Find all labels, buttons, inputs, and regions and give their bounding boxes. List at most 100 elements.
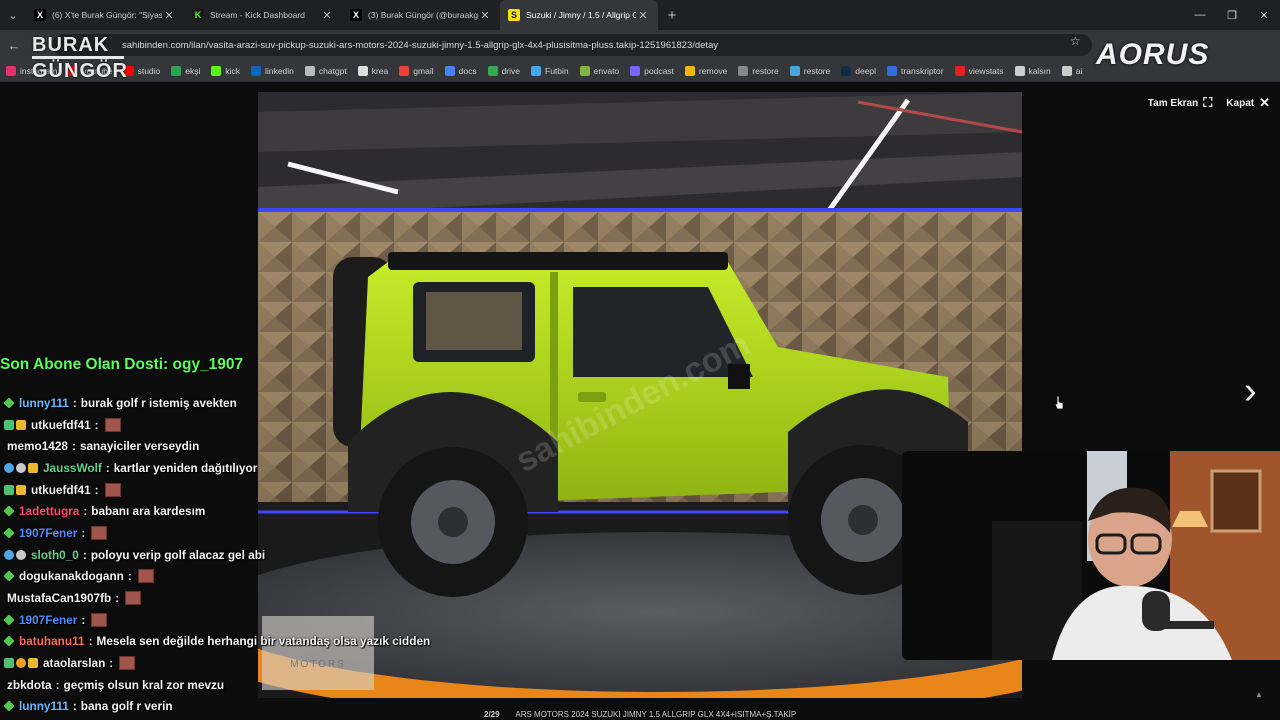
bookmark-label: docs <box>458 65 477 76</box>
tab-favicon-icon: X <box>350 9 362 21</box>
tab-favicon-icon: K <box>192 9 204 21</box>
bookmark-item[interactable]: studio <box>123 65 160 76</box>
bookmark-item[interactable]: drive <box>487 65 520 76</box>
bookmark-item[interactable]: transkriptor <box>887 65 944 76</box>
chat-message: MustafaCan1907fb: <box>0 587 430 609</box>
chat-username: lunny111 <box>19 395 69 410</box>
tab-1[interactable]: X (6) X'te Burak Güngör: "Siyasi k ✕ <box>26 0 184 30</box>
latest-subscriber-banner: Son Abone Olan Dosti: ogy_1907 <box>0 356 244 373</box>
bookmark-item[interactable]: restore <box>738 65 779 76</box>
tab-close-icon[interactable]: ✕ <box>320 9 334 22</box>
bookmark-label: remove <box>698 65 728 76</box>
green-badge-icon <box>3 614 15 626</box>
url-text: sahibinden.com/ilan/vasita-arazi-suv-pic… <box>122 39 719 51</box>
chat-text: poloyu verip golf alacaz gel abi <box>90 547 266 562</box>
green-badge-icon <box>3 570 15 583</box>
back-arrow-icon[interactable]: ← <box>0 38 28 53</box>
bookmark-item[interactable]: envato <box>579 65 619 76</box>
bookmark-label: ai <box>1075 65 1083 76</box>
bookmark-item[interactable]: docs <box>444 65 477 76</box>
chat-username: sloth0_0 <box>31 547 79 562</box>
bookmark-item[interactable]: remove <box>684 65 728 76</box>
fullscreen-button[interactable]: Tam Ekran ⛶ <box>1148 95 1213 111</box>
bookmark-item[interactable]: chatgpt <box>304 65 347 76</box>
shield-badge-icon <box>4 484 14 495</box>
bookmark-item[interactable]: restore <box>789 65 830 76</box>
mouse-pointer-hand-icon <box>1054 395 1064 410</box>
bookmark-item[interactable]: Futbin <box>531 65 569 76</box>
logo-line-1: BURAK <box>32 34 110 56</box>
fullscreen-icon: ⛶ <box>1203 95 1213 110</box>
chat-message: 1907Fener: <box>0 609 430 631</box>
bookmark-label: kalsın <box>1028 65 1051 76</box>
bookmark-item[interactable]: kalsın <box>1014 65 1051 76</box>
restore-icon[interactable]: ❐ <box>1216 0 1248 30</box>
tab-title: (6) X'te Burak Güngör: "Siyasi k <box>52 10 162 20</box>
chat-separator: : <box>82 547 87 562</box>
chat-username: 1907Fener <box>19 612 78 627</box>
chat-username: MustafaCan1907fb <box>7 591 112 606</box>
shield-badge-icon <box>4 419 14 430</box>
bookmark-favicon-icon <box>738 65 749 76</box>
tab-close-icon[interactable]: ✕ <box>162 9 176 22</box>
tab-4[interactable]: S Suzuki / Jimny / 1.5 / Allgrip GL ✕ <box>500 0 658 30</box>
chat-separator: : <box>109 656 114 671</box>
bookmark-favicon-icon <box>211 65 222 76</box>
bookmark-item[interactable]: kick <box>211 65 241 76</box>
tab-strip: ⌄ X (6) X'te Burak Güngör: "Siyasi k ✕ K Str… <box>0 0 1280 30</box>
address-bar[interactable]: sahibinden.com/ilan/vasita-arazi-suv-pic… <box>52 34 1092 56</box>
bookmark-item[interactable]: ekşi <box>171 65 200 76</box>
bookmark-item[interactable]: ai <box>1061 65 1083 76</box>
new-tab-plus-icon[interactable]: + <box>658 7 686 24</box>
close-viewer-button[interactable]: Kapat ✕ <box>1226 95 1270 111</box>
tab-close-icon[interactable]: ✕ <box>636 9 650 22</box>
bookmark-item[interactable]: deepl <box>841 65 877 76</box>
bookmark-label: restore <box>752 65 779 76</box>
chat-emote-icon <box>91 525 108 540</box>
webcam-feed <box>902 451 1280 660</box>
chat-message: memo1428: sanayiciler verseydin <box>0 435 430 457</box>
bookmark-favicon-icon <box>841 65 852 76</box>
bookmark-favicon-icon <box>171 65 182 76</box>
bookmark-favicon-icon <box>304 65 315 76</box>
tab-title: Stream - Kick Dashboard <box>210 10 305 20</box>
tab-close-icon[interactable]: ✕ <box>478 9 492 22</box>
gold-badge-icon <box>28 462 38 473</box>
bookmark-item[interactable]: linkedin <box>251 65 294 76</box>
close-label: Kapat <box>1226 97 1255 109</box>
chat-message: utkuefdf41: <box>0 479 430 501</box>
bookmark-label: deepl <box>855 65 877 76</box>
chat-message-list: lunny111: burak golf r istemiş avekten utk… <box>0 392 430 717</box>
tab-title: Suzuki / Jimny / 1.5 / Allgrip GL <box>526 10 636 20</box>
scroll-up-triangle-icon[interactable]: ▲ <box>1255 690 1263 699</box>
tab-3[interactable]: X (3) Burak Güngör (@buraakgun ✕ <box>342 0 500 30</box>
minimize-icon[interactable]: — <box>1184 0 1216 30</box>
chat-emote-icon <box>104 482 121 497</box>
bookmark-item[interactable]: krea <box>357 65 388 76</box>
tab-2[interactable]: K Stream - Kick Dashboard ✕ <box>184 0 342 30</box>
chat-username: utkuefdf41 <box>31 482 91 497</box>
bookmark-star-icon[interactable]: ☆ <box>1070 34 1081 48</box>
bookmark-item[interactable]: podcast <box>630 65 674 76</box>
next-photo-chevron-icon[interactable]: › <box>1244 372 1268 412</box>
chat-text: Mesela sen değilde herhangi bir vatandaş… <box>96 634 431 649</box>
bookmark-favicon-icon <box>6 65 16 76</box>
chat-username: ataolarslan <box>43 656 106 671</box>
chat-separator: : <box>72 395 77 410</box>
gold-badge-icon <box>28 658 38 669</box>
close-window-icon[interactable]: ✕ <box>1248 0 1280 30</box>
bookmark-label: kick <box>225 65 241 76</box>
chat-text: babanı ara kardesım <box>91 504 206 519</box>
bookmark-label: linkedin <box>265 65 294 76</box>
tab-search-chevron-icon[interactable]: ⌄ <box>0 0 26 30</box>
chat-separator: : <box>115 591 120 606</box>
bookmark-item[interactable]: viewstats <box>954 65 1004 76</box>
bookmark-favicon-icon <box>954 65 965 76</box>
chat-text: bana golf r verin <box>80 699 173 714</box>
bookmark-item[interactable]: gmail <box>399 65 434 76</box>
chat-separator: : <box>83 504 88 519</box>
chat-separator: : <box>105 460 110 475</box>
green-badge-icon <box>3 700 15 713</box>
chat-text: geçmiş olsun kral zor mevzu <box>63 677 225 692</box>
bookmark-label: Futbin <box>545 65 569 76</box>
